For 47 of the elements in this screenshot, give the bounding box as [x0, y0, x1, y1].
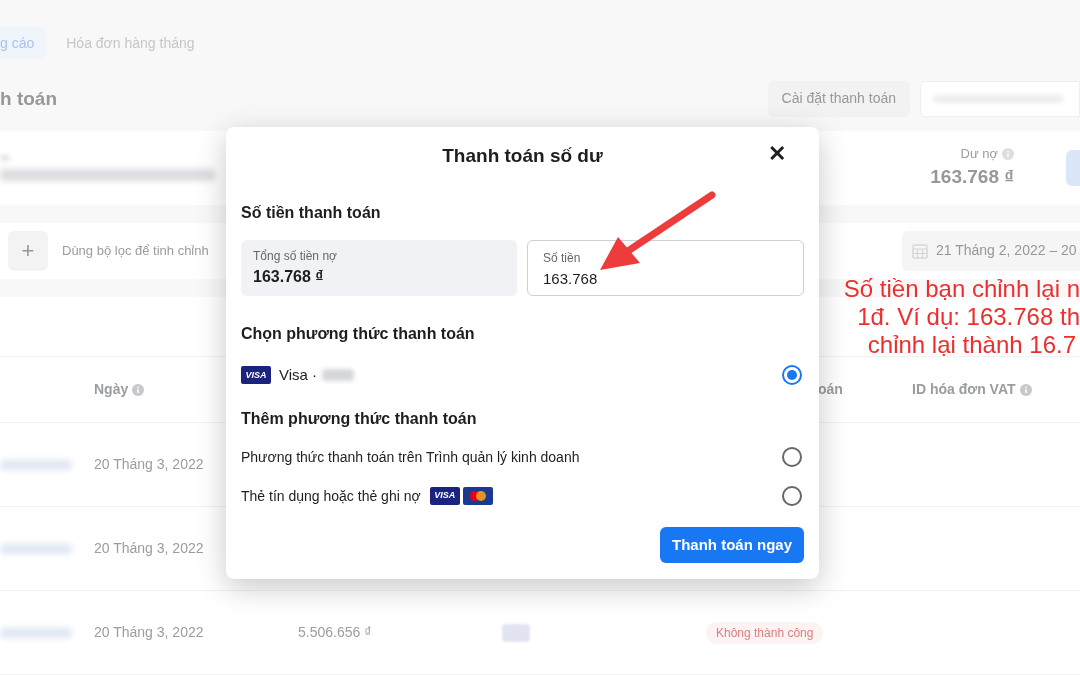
annotation-text: Số tiền bạn chỉnh lại n [843, 275, 1080, 303]
date-cell: 20 Tháng 3, 2022 [94, 540, 204, 556]
date-cell: 20 Tháng 3, 2022 [94, 456, 204, 472]
info-icon [1019, 383, 1032, 396]
redacted-number [322, 369, 355, 382]
page-heading: h toán [0, 86, 57, 111]
annotation-text: 1đ. Ví dụ: 163.768 th [857, 303, 1080, 331]
radio-button[interactable] [782, 447, 802, 467]
add-filter-button[interactable]: + [8, 230, 48, 271]
method-label: Thẻ tín dụng hoặc thẻ ghi nợ [241, 486, 421, 506]
balance-label: Dư nợ [960, 144, 998, 163]
total-value: 163.768 ₫ [253, 267, 325, 287]
radio-button[interactable] [782, 365, 802, 386]
visa-logo: VISA [429, 487, 460, 505]
column-header: oán [818, 380, 843, 399]
visa-logo: VISA [241, 366, 271, 385]
calendar-icon [912, 242, 928, 259]
date-cell: 20 Tháng 3, 2022 [94, 624, 204, 640]
balance-value: 163.768 ₫ [930, 165, 1014, 190]
tab[interactable]: g cáo [0, 27, 47, 59]
row-link[interactable] [0, 627, 72, 638]
method-label: Visa · [279, 365, 318, 385]
row-link[interactable] [0, 459, 72, 470]
field-label: Số tiền [543, 250, 581, 267]
column-header: Ngày [94, 380, 129, 399]
radio-button[interactable] [782, 486, 802, 506]
date-range-button[interactable]: 21 Tháng 2, 2022 – 20 [902, 230, 1080, 271]
card-chip [502, 623, 530, 642]
amount-cell: 5.506.656 ₫ [298, 624, 372, 640]
column-header: ID hóa đơn VAT [912, 380, 1016, 399]
info-icon [1002, 147, 1014, 160]
section-heading: Số tiền thanh toán [241, 203, 382, 223]
info-icon [132, 383, 145, 396]
filter-field[interactable]: Dùng bộ lọc để tinh chỉnh [62, 241, 222, 261]
pay-now-button[interactable]: Thanh toán ngay [660, 527, 804, 563]
dialog-title: Thanh toán số dư [442, 143, 603, 168]
method-label: Phương thức thanh toán trên Trình quản lý kinh doanh [241, 447, 580, 467]
close-button[interactable]: ✕ [768, 143, 786, 165]
section-heading: Thêm phương thức thanh toán [241, 408, 478, 429]
total-label: Tổng số tiền nợ [253, 248, 338, 265]
annotation-text: chỉnh lại thành 16.7 [867, 331, 1076, 359]
status-badge: Không thành công [706, 621, 824, 644]
pay-button[interactable] [1066, 149, 1080, 186]
section-heading: Chọn phương thức thanh toán [241, 324, 476, 344]
settings-button[interactable]: Cài đặt thanh toán [767, 80, 910, 117]
row-link[interactable] [0, 543, 72, 554]
mastercard-logo [462, 487, 493, 505]
